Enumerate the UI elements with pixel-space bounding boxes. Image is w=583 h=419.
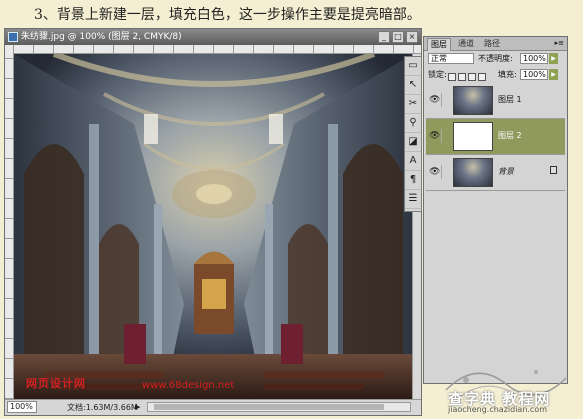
lock-position-icon[interactable] — [468, 72, 476, 81]
lock-image-icon[interactable] — [458, 72, 466, 81]
maximize-button[interactable]: □ — [392, 31, 404, 43]
layer-row-background[interactable]: 👁 背景 — [426, 155, 565, 191]
site-url[interactable]: jiaocheng.chazidian.com — [448, 405, 547, 414]
move-tool-icon[interactable]: ▭ — [405, 57, 421, 76]
horizontal-scroll-thumb[interactable] — [154, 404, 384, 410]
document-window: 朱纺骤.jpg @ 100% (图层 2, CMYK/8) _ □ × 网页设计… — [4, 28, 422, 416]
document-size-info: 文档:1.63M/3.66M — [67, 403, 138, 412]
vertical-ruler — [5, 45, 14, 399]
window-controls: _ □ × — [378, 31, 418, 43]
opacity-field[interactable]: 100% — [520, 53, 548, 64]
tab-layers[interactable]: 图层 — [427, 38, 451, 51]
opacity-label: 不透明度: — [478, 54, 513, 63]
document-titlebar[interactable]: 朱纺骤.jpg @ 100% (图层 2, CMYK/8) _ □ × — [5, 29, 421, 45]
visibility-eye-icon[interactable]: 👁 — [429, 167, 440, 177]
fill-arrow-icon[interactable]: ▶ — [549, 69, 558, 80]
document-icon — [8, 32, 18, 42]
pen-tool-icon[interactable]: A — [405, 152, 421, 171]
tab-channels[interactable]: 通道 — [455, 38, 477, 50]
tutorial-step-text: 3、背景上新建一层，填充白色，这一步操作主要是提亮暗部。 — [34, 7, 421, 23]
horizontal-ruler — [13, 45, 421, 54]
layer-thumbnail — [453, 86, 493, 115]
link-slot[interactable] — [441, 93, 452, 107]
status-menu-arrow-icon[interactable]: ▶ — [135, 400, 140, 415]
layers-panel: 图层 通道 路径 ▸≡ 正常 不透明度: 100% ▶ 锁定: 填充: 100%… — [423, 36, 568, 384]
layer-name: 背景 — [498, 167, 514, 176]
visibility-eye-icon[interactable]: 👁 — [429, 95, 440, 105]
layer-name: 图层 1 — [498, 95, 522, 104]
pointer-tool-icon[interactable]: ↖ — [405, 76, 421, 95]
layer-row-1[interactable]: 👁 图层 1 — [426, 83, 565, 119]
crop-tool-icon[interactable]: ✂ — [405, 95, 421, 114]
tool-strip: ▭ ↖ ✂ ⚲ ◪ A ¶ ☰ — [404, 56, 422, 212]
status-bar: 100% 文档:1.63M/3.66M ▶ — [5, 399, 421, 415]
lock-options — [448, 70, 488, 84]
fill-label: 填充: — [498, 70, 517, 79]
panel-tab-bar: 图层 通道 路径 ▸≡ — [424, 37, 567, 51]
zoom-field[interactable]: 100% — [7, 401, 37, 413]
lock-all-icon[interactable] — [478, 72, 486, 81]
image-canvas[interactable]: 网页设计网 www.68design.net — [14, 54, 413, 400]
hand-tool-icon[interactable]: ☰ — [405, 190, 421, 209]
brush-link-icon[interactable] — [441, 129, 452, 143]
link-slot[interactable] — [441, 165, 452, 179]
layer-name: 图层 2 — [498, 131, 522, 140]
close-button[interactable]: × — [406, 31, 418, 43]
blend-mode-select[interactable]: 正常 — [428, 53, 474, 64]
panel-menu-icon[interactable]: ▸≡ — [555, 39, 564, 47]
church-interior-image — [14, 54, 413, 400]
fill-field[interactable]: 100% — [520, 69, 548, 80]
opacity-arrow-icon[interactable]: ▶ — [549, 53, 558, 64]
stamp-tool-icon[interactable]: ⚲ — [405, 114, 421, 133]
eraser-tool-icon[interactable]: ◪ — [405, 133, 421, 152]
minimize-button[interactable]: _ — [378, 31, 390, 43]
visibility-eye-icon[interactable]: 👁 — [429, 131, 440, 141]
document-title: 朱纺骤.jpg @ 100% (图层 2, CMYK/8) — [21, 32, 182, 42]
horizontal-scrollbar[interactable] — [147, 402, 411, 412]
lock-transparency-icon[interactable] — [448, 72, 456, 81]
lock-label: 锁定: — [428, 70, 447, 79]
blend-row: 正常 不透明度: 100% ▶ — [428, 53, 563, 67]
layer-thumbnail — [453, 158, 493, 187]
lock-icon — [550, 166, 557, 174]
layer-thumbnail — [453, 122, 493, 151]
tab-paths[interactable]: 路径 — [481, 38, 503, 50]
watermark-text: 网页设计网 — [26, 377, 86, 390]
text-tool-icon[interactable]: ¶ — [405, 171, 421, 190]
watermark-url: www.68design.net — [142, 380, 235, 391]
lock-row: 锁定: 填充: 100% ▶ — [428, 69, 563, 83]
layer-row-2[interactable]: 👁 图层 2 — [426, 119, 565, 155]
